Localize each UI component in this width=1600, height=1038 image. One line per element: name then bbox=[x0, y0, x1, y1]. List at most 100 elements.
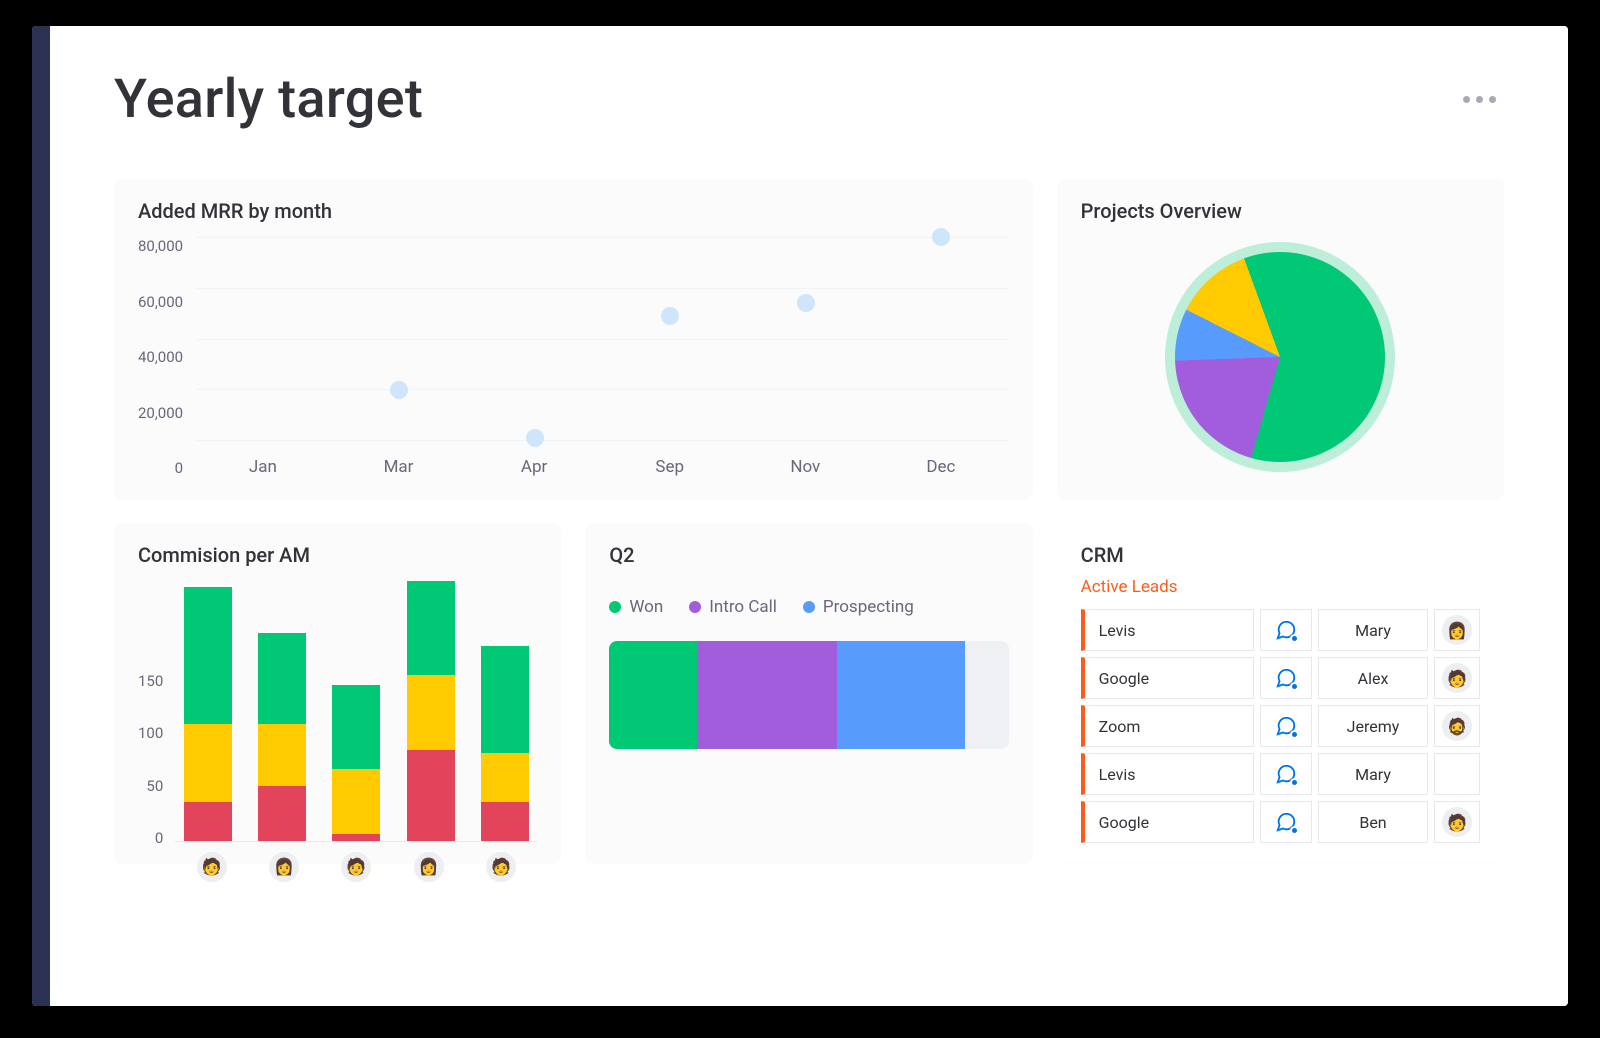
progress-segment bbox=[837, 641, 965, 749]
crm-avatar-cell[interactable]: 👩 bbox=[1434, 609, 1480, 651]
bar-segment bbox=[258, 633, 306, 724]
legend-swatch bbox=[689, 601, 701, 613]
legend-label: Intro Call bbox=[709, 597, 777, 617]
card-title: CRM bbox=[1081, 543, 1480, 567]
x-tick-label: Apr bbox=[466, 457, 602, 477]
bar[interactable] bbox=[407, 581, 455, 841]
bar[interactable] bbox=[332, 685, 380, 841]
crm-company-cell[interactable]: Zoom bbox=[1081, 705, 1254, 747]
crm-owner-cell[interactable]: Mary bbox=[1318, 753, 1428, 795]
avatar[interactable]: 🧑 bbox=[197, 852, 227, 882]
avatar: 👩 bbox=[1442, 615, 1472, 645]
legend-label: Prospecting bbox=[823, 597, 914, 617]
card-crm: CRM Active Leads Levis Mary 👩 Google Alex 🧑 Zo… bbox=[1057, 523, 1504, 863]
legend-item: Won bbox=[609, 597, 663, 617]
more-options-button[interactable] bbox=[1455, 88, 1504, 111]
crm-rows: Levis Mary 👩 Google Alex 🧑 Zoom Jeremy🧔 Levis Mar… bbox=[1081, 609, 1480, 849]
chat-bubble-icon bbox=[1275, 763, 1297, 785]
legend-swatch bbox=[609, 601, 621, 613]
chat-button[interactable] bbox=[1260, 801, 1312, 843]
crm-row[interactable]: Levis Mary bbox=[1081, 753, 1480, 795]
data-point[interactable] bbox=[661, 307, 679, 325]
y-tick-label: 50 bbox=[146, 777, 163, 830]
crm-company-cell[interactable]: Google bbox=[1081, 801, 1254, 843]
commission-avatars: 🧑 👩 🧑 👩 🧑 bbox=[175, 842, 537, 882]
pie-chart bbox=[1175, 252, 1385, 462]
data-point[interactable] bbox=[932, 228, 950, 246]
crm-avatar-cell[interactable]: 🧑 bbox=[1434, 657, 1480, 699]
bar[interactable] bbox=[258, 633, 306, 841]
side-rail bbox=[32, 26, 50, 1006]
bar-segment bbox=[258, 786, 306, 841]
pie-halo bbox=[1165, 242, 1395, 472]
data-point[interactable] bbox=[526, 429, 544, 447]
x-tick-label: Nov bbox=[737, 457, 873, 477]
pie-wrap bbox=[1081, 237, 1480, 477]
crm-owner-cell[interactable]: Jeremy bbox=[1318, 705, 1428, 747]
crm-avatar-cell[interactable]: 🧑 bbox=[1434, 801, 1480, 843]
commission-y-axis: 150100500 bbox=[138, 672, 175, 882]
bar-segment bbox=[407, 581, 455, 675]
bar[interactable] bbox=[184, 587, 232, 841]
y-tick-label: 100 bbox=[138, 724, 163, 777]
crm-row[interactable]: Google Ben 🧑 bbox=[1081, 801, 1480, 843]
mrr-gridlines bbox=[196, 237, 1009, 441]
bar-segment bbox=[481, 802, 529, 841]
bar[interactable] bbox=[481, 646, 529, 841]
commission-bars bbox=[175, 581, 537, 842]
commission-plot: 150100500 🧑 👩 🧑 👩 🧑 bbox=[138, 581, 537, 882]
y-tick-label: 0 bbox=[155, 829, 163, 882]
bar-segment bbox=[184, 802, 232, 841]
legend-item: Prospecting bbox=[803, 597, 914, 617]
bar-segment bbox=[407, 675, 455, 750]
mrr-plot-body: JanMarAprSepNovDec bbox=[195, 237, 1009, 477]
crm-avatar-cell[interactable]: 🧔 bbox=[1434, 705, 1480, 747]
q2-progress-bar bbox=[609, 641, 1008, 749]
card-title: Added MRR by month bbox=[138, 199, 1009, 223]
crm-owner-cell[interactable]: Alex bbox=[1318, 657, 1428, 699]
data-point[interactable] bbox=[797, 294, 815, 312]
chat-button[interactable] bbox=[1260, 609, 1312, 651]
dots-icon bbox=[1463, 96, 1470, 103]
chat-button[interactable] bbox=[1260, 705, 1312, 747]
crm-row[interactable]: Zoom Jeremy🧔 bbox=[1081, 705, 1480, 747]
crm-company-cell[interactable]: Levis bbox=[1081, 753, 1254, 795]
x-tick-label: Mar bbox=[331, 457, 467, 477]
mrr-plot-area bbox=[195, 237, 1009, 441]
chat-bubble-icon bbox=[1275, 667, 1297, 689]
crm-company-cell[interactable]: Levis bbox=[1081, 609, 1254, 651]
bar-segment bbox=[258, 724, 306, 786]
crm-company-cell[interactable]: Google bbox=[1081, 657, 1254, 699]
crm-owner-cell[interactable]: Mary bbox=[1318, 609, 1428, 651]
avatar[interactable]: 🧑 bbox=[341, 852, 371, 882]
chat-button[interactable] bbox=[1260, 657, 1312, 699]
dots-icon bbox=[1489, 96, 1496, 103]
legend-swatch bbox=[803, 601, 815, 613]
crm-row[interactable]: Google Alex 🧑 bbox=[1081, 657, 1480, 699]
chat-bubble-icon bbox=[1275, 619, 1297, 641]
avatar: 🧑 bbox=[1442, 663, 1472, 693]
crm-subtitle: Active Leads bbox=[1081, 577, 1480, 597]
crm-row[interactable]: Levis Mary 👩 bbox=[1081, 609, 1480, 651]
progress-segment bbox=[697, 641, 837, 749]
crm-owner-cell[interactable]: Ben bbox=[1318, 801, 1428, 843]
legend-label: Won bbox=[629, 597, 663, 617]
page-title: Yearly target bbox=[114, 68, 423, 131]
avatar[interactable]: 👩 bbox=[414, 852, 444, 882]
q2-legend: Won Intro Call Prospecting bbox=[609, 597, 1008, 617]
card-title: Projects Overview bbox=[1081, 199, 1480, 223]
mrr-plot: 80,00060,00040,00020,0000 JanMarAprSepNo… bbox=[138, 237, 1009, 477]
data-point[interactable] bbox=[390, 381, 408, 399]
avatar[interactable]: 🧑 bbox=[486, 852, 516, 882]
crm-avatar-cell[interactable] bbox=[1434, 753, 1480, 795]
bar-segment bbox=[184, 587, 232, 724]
mrr-y-axis: 80,00060,00040,00020,0000 bbox=[138, 237, 195, 477]
bar-segment bbox=[481, 753, 529, 802]
avatar[interactable]: 👩 bbox=[269, 852, 299, 882]
chat-button[interactable] bbox=[1260, 753, 1312, 795]
x-tick-label: Sep bbox=[602, 457, 738, 477]
y-tick-label: 80,000 bbox=[138, 237, 183, 255]
card-title: Commision per AM bbox=[138, 543, 537, 567]
avatar: 🧑 bbox=[1442, 807, 1472, 837]
y-tick-label: 150 bbox=[138, 672, 163, 725]
